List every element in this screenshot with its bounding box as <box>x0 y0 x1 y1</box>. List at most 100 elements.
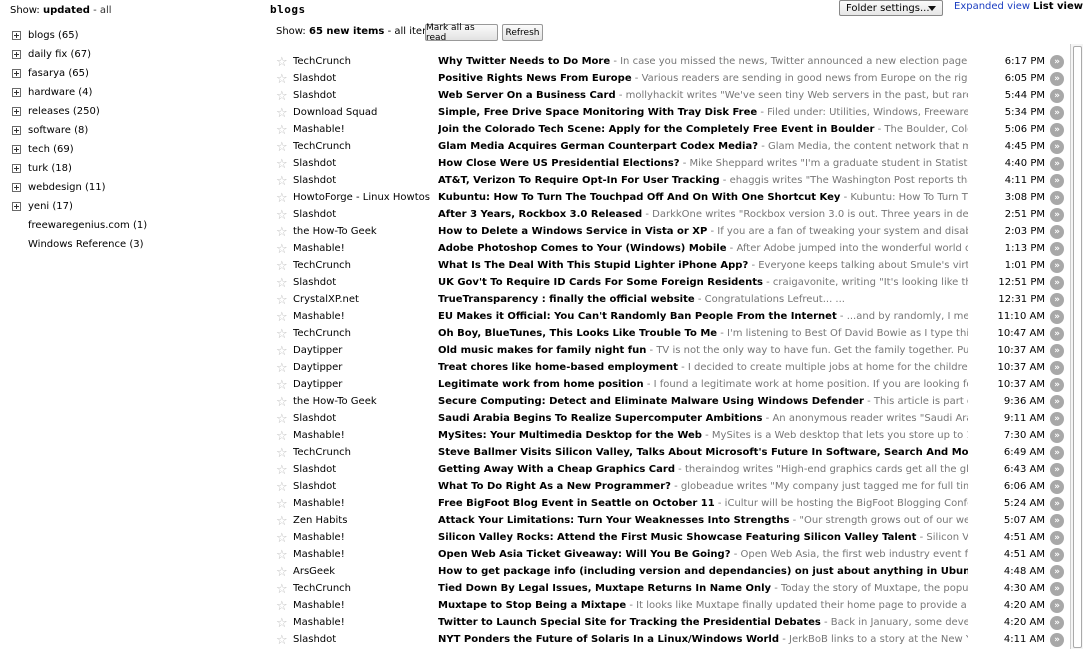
list-item[interactable]: ☆ Daytipper Legitimate work from home posi… <box>275 377 1069 394</box>
star-icon[interactable]: ☆ <box>276 294 289 307</box>
sidebar-folder[interactable]: webdesign (11) <box>12 178 262 197</box>
sidebar-folder[interactable]: hardware (4) <box>12 83 262 102</box>
item-title[interactable]: What To Do Right As a New Programmer? <box>438 481 671 492</box>
item-title[interactable]: EU Makes it Official: You Can't Randomly… <box>438 311 837 322</box>
list-item[interactable]: ☆ the How-To Geek How to Delete a Windows … <box>275 224 1069 241</box>
sidebar-feed[interactable]: freewaregenius.com (1) <box>12 216 262 235</box>
list-item[interactable]: ☆ Zen Habits Attack Your Limitations: Turn… <box>275 513 1069 530</box>
star-icon[interactable]: ☆ <box>276 260 289 273</box>
item-title[interactable]: Positive Rights News From Europe <box>438 73 632 84</box>
item-title[interactable]: TrueTransparency : finally the official … <box>438 294 695 305</box>
item-title[interactable]: UK Gov't To Require ID Cards For Some Fo… <box>438 277 763 288</box>
item-title-snippet[interactable]: UK Gov't To Require ID Cards For Some Fo… <box>438 277 968 288</box>
chevron-right-icon[interactable]: » <box>1050 395 1064 409</box>
item-title-snippet[interactable]: NYT Ponders the Future of Solaris In a L… <box>438 634 968 645</box>
list-item[interactable]: ☆ Mashable! Adobe Photoshop Comes to Your … <box>275 241 1069 258</box>
chevron-right-icon[interactable]: » <box>1050 191 1064 205</box>
list-item[interactable]: ☆ Daytipper Old music makes for family nig… <box>275 343 1069 360</box>
chevron-right-icon[interactable]: » <box>1050 429 1064 443</box>
chevron-right-icon[interactable]: » <box>1050 633 1064 647</box>
item-title-snippet[interactable]: Treat chores like home-based employment … <box>438 362 968 373</box>
star-icon[interactable]: ☆ <box>276 175 289 188</box>
plus-icon[interactable] <box>12 164 21 173</box>
item-title[interactable]: How to get package info (including versi… <box>438 566 968 577</box>
item-title[interactable]: Why Twitter Needs to Do More <box>438 56 610 67</box>
list-item[interactable]: ☆ Slashdot AT&T, Verizon To Require Opt-In… <box>275 173 1069 190</box>
list-item[interactable]: ☆ TechCrunch Tied Down By Legal Issues, Mu… <box>275 581 1069 598</box>
item-title-snippet[interactable]: TrueTransparency : finally the official … <box>438 294 968 305</box>
list-item[interactable]: ☆ Slashdot Web Server On a Business Card -… <box>275 88 1069 105</box>
item-title-snippet[interactable]: Positive Rights News From Europe - Vario… <box>438 73 968 84</box>
star-icon[interactable]: ☆ <box>276 498 289 511</box>
item-title-snippet[interactable]: What To Do Right As a New Programmer? - … <box>438 481 968 492</box>
item-title[interactable]: Twitter to Launch Special Site for Track… <box>438 617 821 628</box>
folder-settings-dropdown[interactable]: Folder settings... <box>839 0 943 16</box>
chevron-right-icon[interactable]: » <box>1050 412 1064 426</box>
star-icon[interactable]: ☆ <box>276 617 289 630</box>
item-title-snippet[interactable]: Why Twitter Needs to Do More - In case y… <box>438 56 968 67</box>
item-title[interactable]: What Is The Deal With This Stupid Lighte… <box>438 260 748 271</box>
chevron-right-icon[interactable]: » <box>1050 140 1064 154</box>
list-item[interactable]: ☆ Mashable! Open Web Asia Ticket Giveaway:… <box>275 547 1069 564</box>
star-icon[interactable]: ☆ <box>276 243 289 256</box>
chevron-right-icon[interactable]: » <box>1050 514 1064 528</box>
item-title[interactable]: After 3 Years, Rockbox 3.0 Released <box>438 209 642 220</box>
plus-icon[interactable] <box>12 202 21 211</box>
list-item[interactable]: ☆ Mashable! Free BigFoot Blog Event in Sea… <box>275 496 1069 513</box>
star-icon[interactable]: ☆ <box>276 447 289 460</box>
chevron-right-icon[interactable]: » <box>1050 72 1064 86</box>
item-title[interactable]: Web Server On a Business Card <box>438 90 616 101</box>
item-title[interactable]: Saudi Arabia Begins To Realize Supercomp… <box>438 413 763 424</box>
sidebar-feed[interactable]: Windows Reference (3) <box>12 235 262 254</box>
plus-icon[interactable] <box>12 31 21 40</box>
item-title[interactable]: Open Web Asia Ticket Giveaway: Will You … <box>438 549 731 560</box>
chevron-right-icon[interactable]: » <box>1050 616 1064 630</box>
chevron-right-icon[interactable]: » <box>1050 106 1064 120</box>
item-title[interactable]: Tied Down By Legal Issues, Muxtape Retur… <box>438 583 771 594</box>
list-item[interactable]: ☆ TechCrunch Glam Media Acquires German Co… <box>275 139 1069 156</box>
list-item[interactable]: ☆ Slashdot Positive Rights News From Europ… <box>275 71 1069 88</box>
item-title-snippet[interactable]: How to Delete a Windows Service in Vista… <box>438 226 968 237</box>
chevron-right-icon[interactable]: » <box>1050 463 1064 477</box>
item-title[interactable]: NYT Ponders the Future of Solaris In a L… <box>438 634 779 645</box>
item-title-snippet[interactable]: Kubuntu: How To Turn The Touchpad Off An… <box>438 192 968 203</box>
list-item[interactable]: ☆ Mashable! Join the Colorado Tech Scene: … <box>275 122 1069 139</box>
sidebar-folder[interactable]: turk (18) <box>12 159 262 178</box>
chevron-right-icon[interactable]: » <box>1050 123 1064 137</box>
item-title-snippet[interactable]: Adobe Photoshop Comes to Your (Windows) … <box>438 243 968 254</box>
item-title-snippet[interactable]: Glam Media Acquires German Counterpart C… <box>438 141 968 152</box>
list-item[interactable]: ☆ TechCrunch Oh Boy, BlueTunes, This Looks… <box>275 326 1069 343</box>
list-item[interactable]: ☆ Mashable! Silicon Valley Rocks: Attend t… <box>275 530 1069 547</box>
item-title-snippet[interactable]: Attack Your Limitations: Turn Your Weakn… <box>438 515 968 526</box>
item-title[interactable]: Legitimate work from home position <box>438 379 644 390</box>
item-title-snippet[interactable]: Muxtape to Stop Being a Mixtape - It loo… <box>438 600 968 611</box>
scrollbar-thumb[interactable] <box>1073 46 1082 648</box>
list-view-link[interactable]: List view <box>1033 1 1083 12</box>
item-title-snippet[interactable]: After 3 Years, Rockbox 3.0 Released - Da… <box>438 209 968 220</box>
scrollbar[interactable] <box>1070 44 1083 649</box>
star-icon[interactable]: ☆ <box>276 209 289 222</box>
star-icon[interactable]: ☆ <box>276 56 289 69</box>
item-title[interactable]: Adobe Photoshop Comes to Your (Windows) … <box>438 243 726 254</box>
plus-icon[interactable] <box>12 69 21 78</box>
chevron-right-icon[interactable]: » <box>1050 446 1064 460</box>
chevron-right-icon[interactable]: » <box>1050 344 1064 358</box>
star-icon[interactable]: ☆ <box>276 311 289 324</box>
star-icon[interactable]: ☆ <box>276 464 289 477</box>
refresh-button[interactable]: Refresh <box>502 24 543 41</box>
item-title-snippet[interactable]: EU Makes it Official: You Can't Randomly… <box>438 311 968 322</box>
list-item[interactable]: ☆ Slashdot UK Gov't To Require ID Cards Fo… <box>275 275 1069 292</box>
star-icon[interactable]: ☆ <box>276 549 289 562</box>
item-title[interactable]: Join the Colorado Tech Scene: Apply for … <box>438 124 874 135</box>
item-title-snippet[interactable]: How Close Were US Presidential Elections… <box>438 158 968 169</box>
list-item[interactable]: ☆ the How-To Geek Secure Computing: Detect… <box>275 394 1069 411</box>
star-icon[interactable]: ☆ <box>276 396 289 409</box>
item-title-snippet[interactable]: Secure Computing: Detect and Eliminate M… <box>438 396 968 407</box>
show-all-link[interactable]: all <box>100 5 112 16</box>
chevron-right-icon[interactable]: » <box>1050 548 1064 562</box>
item-title[interactable]: Secure Computing: Detect and Eliminate M… <box>438 396 864 407</box>
chevron-right-icon[interactable]: » <box>1050 497 1064 511</box>
new-items-link[interactable]: 65 new items <box>309 26 384 37</box>
item-title-snippet[interactable]: AT&T, Verizon To Require Opt-In For User… <box>438 175 968 186</box>
star-icon[interactable]: ☆ <box>276 413 289 426</box>
